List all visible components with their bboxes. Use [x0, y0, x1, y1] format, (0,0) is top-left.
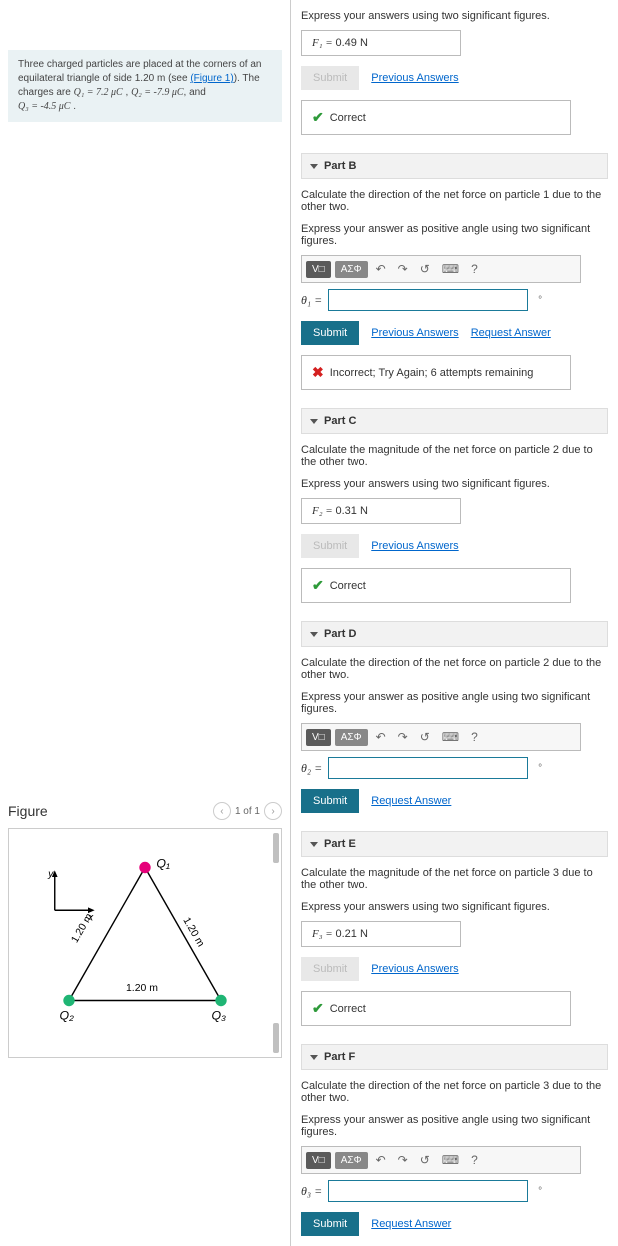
parte-answer: F₃ = 0.21 N — [301, 921, 461, 947]
undo-icon[interactable]: ↶ — [372, 728, 390, 746]
partc-submit-button: Submit — [301, 534, 359, 558]
scroll-up-icon[interactable] — [273, 833, 279, 863]
partd-toolbar: V□ ΑΣΦ ↶ ↷ ↺ ⌨ ? — [301, 723, 581, 751]
keyboard-icon[interactable]: ⌨ — [438, 1151, 463, 1169]
figure-title: Figure — [8, 803, 48, 819]
degree-icon: ° — [538, 763, 542, 774]
redo-icon[interactable]: ↷ — [394, 728, 412, 746]
figure-canvas: y x Q₁ Q₂ Q₃ 1.20 m 1.20 m 1.20 m — [8, 828, 282, 1058]
partc-prev-answers-link[interactable]: Previous Answers — [371, 540, 458, 552]
redo-icon[interactable]: ↷ — [394, 1151, 412, 1169]
figure-counter: 1 of 1 — [235, 806, 260, 817]
partf-label: θ₃ = — [301, 1184, 322, 1199]
partf-input[interactable] — [328, 1180, 528, 1202]
q1: Q₁ = 7.2 μC — [74, 87, 123, 98]
partb-instr: Express your answer as positive angle us… — [301, 223, 608, 247]
degree-icon: ° — [538, 1186, 542, 1197]
parte-prompt: Calculate the magnitude of the net force… — [301, 867, 608, 891]
partb-request-answer-link[interactable]: Request Answer — [471, 327, 551, 339]
vector-tool-icon[interactable]: V□ — [306, 261, 331, 278]
partb-input[interactable] — [328, 289, 528, 311]
vector-tool-icon[interactable]: V□ — [306, 729, 331, 746]
side-left: 1.20 m — [70, 912, 95, 945]
reset-icon[interactable]: ↺ — [416, 728, 434, 746]
greek-tool-icon[interactable]: ΑΣΦ — [335, 261, 368, 278]
parta-submit-button: Submit — [301, 66, 359, 90]
partb-label: θ₁ = — [301, 293, 322, 308]
partc-feedback: ✔ Correct — [301, 568, 571, 603]
q2: Q₂ = -7.9 μC — [131, 87, 183, 98]
keyboard-icon[interactable]: ⌨ — [438, 260, 463, 278]
partf-instr: Express your answer as positive angle us… — [301, 1114, 608, 1138]
figure-prev-button[interactable]: ‹ — [213, 802, 231, 820]
partd-header[interactable]: Part D — [301, 621, 608, 647]
partd-submit-button[interactable]: Submit — [301, 789, 359, 813]
partb-prompt: Calculate the direction of the net force… — [301, 189, 608, 213]
parte-prev-answers-link[interactable]: Previous Answers — [371, 963, 458, 975]
partf-header[interactable]: Part F — [301, 1044, 608, 1070]
reset-icon[interactable]: ↺ — [416, 260, 434, 278]
partd-input[interactable] — [328, 757, 528, 779]
axis-y: y — [47, 869, 54, 880]
partb-prev-answers-link[interactable]: Previous Answers — [371, 327, 458, 339]
vertex-q1: Q₁ — [156, 857, 170, 871]
parte-feedback: ✔ Correct — [301, 991, 571, 1026]
partc-instr: Express your answers using two significa… — [301, 478, 608, 490]
scroll-down-icon[interactable] — [273, 1023, 279, 1053]
partc-header[interactable]: Part C — [301, 408, 608, 434]
check-icon: ✔ — [312, 577, 324, 594]
side-bottom: 1.20 m — [126, 983, 158, 994]
reset-icon[interactable]: ↺ — [416, 1151, 434, 1169]
vector-tool-icon[interactable]: V□ — [306, 1152, 331, 1169]
caret-down-icon — [310, 164, 318, 169]
caret-down-icon — [310, 1055, 318, 1060]
partf-prompt: Calculate the direction of the net force… — [301, 1080, 608, 1104]
partd-prompt: Calculate the direction of the net force… — [301, 657, 608, 681]
partf-request-answer-link[interactable]: Request Answer — [371, 1218, 451, 1230]
side-right: 1.20 m — [180, 916, 205, 949]
undo-icon[interactable]: ↶ — [372, 1151, 390, 1169]
partc-prompt: Calculate the magnitude of the net force… — [301, 444, 608, 468]
help-icon[interactable]: ? — [467, 260, 482, 278]
caret-down-icon — [310, 419, 318, 424]
caret-down-icon — [310, 842, 318, 847]
partc-answer: F₂ = 0.31 N — [301, 498, 461, 524]
partf-toolbar: V□ ΑΣΦ ↶ ↷ ↺ ⌨ ? — [301, 1146, 581, 1174]
caret-down-icon — [310, 632, 318, 637]
partd-instr: Express your answer as positive angle us… — [301, 691, 608, 715]
vertex-q3: Q₃ — [212, 1009, 227, 1023]
partd-label: θ₂ = — [301, 761, 322, 776]
parte-instr: Express your answers using two significa… — [301, 901, 608, 913]
help-icon[interactable]: ? — [467, 728, 482, 746]
problem-statement: Three charged particles are placed at th… — [8, 50, 282, 122]
partb-header[interactable]: Part B — [301, 153, 608, 179]
keyboard-icon[interactable]: ⌨ — [438, 728, 463, 746]
check-icon: ✔ — [312, 109, 324, 126]
undo-icon[interactable]: ↶ — [372, 260, 390, 278]
x-icon: ✖ — [312, 364, 324, 381]
partd-request-answer-link[interactable]: Request Answer — [371, 795, 451, 807]
redo-icon[interactable]: ↷ — [394, 260, 412, 278]
parte-submit-button: Submit — [301, 957, 359, 981]
greek-tool-icon[interactable]: ΑΣΦ — [335, 1152, 368, 1169]
partf-submit-button[interactable]: Submit — [301, 1212, 359, 1236]
parta-answer: F₁ = 0.49 N — [301, 30, 461, 56]
partb-submit-button[interactable]: Submit — [301, 321, 359, 345]
degree-icon: ° — [538, 295, 542, 306]
parta-prev-answers-link[interactable]: Previous Answers — [371, 72, 458, 84]
check-icon: ✔ — [312, 1000, 324, 1017]
help-icon[interactable]: ? — [467, 1151, 482, 1169]
vertex-q2: Q₂ — [60, 1009, 75, 1023]
greek-tool-icon[interactable]: ΑΣΦ — [335, 729, 368, 746]
parta-instr: Express your answers using two significa… — [301, 10, 608, 22]
parte-header[interactable]: Part E — [301, 831, 608, 857]
partb-toolbar: V□ ΑΣΦ ↶ ↷ ↺ ⌨ ? — [301, 255, 581, 283]
figure-link[interactable]: (Figure 1) — [190, 73, 233, 84]
figure-next-button[interactable]: › — [264, 802, 282, 820]
partb-feedback: ✖ Incorrect; Try Again; 6 attempts remai… — [301, 355, 571, 390]
q3: Q₃ = -4.5 μC — [18, 101, 70, 112]
parta-feedback: ✔ Correct — [301, 100, 571, 135]
